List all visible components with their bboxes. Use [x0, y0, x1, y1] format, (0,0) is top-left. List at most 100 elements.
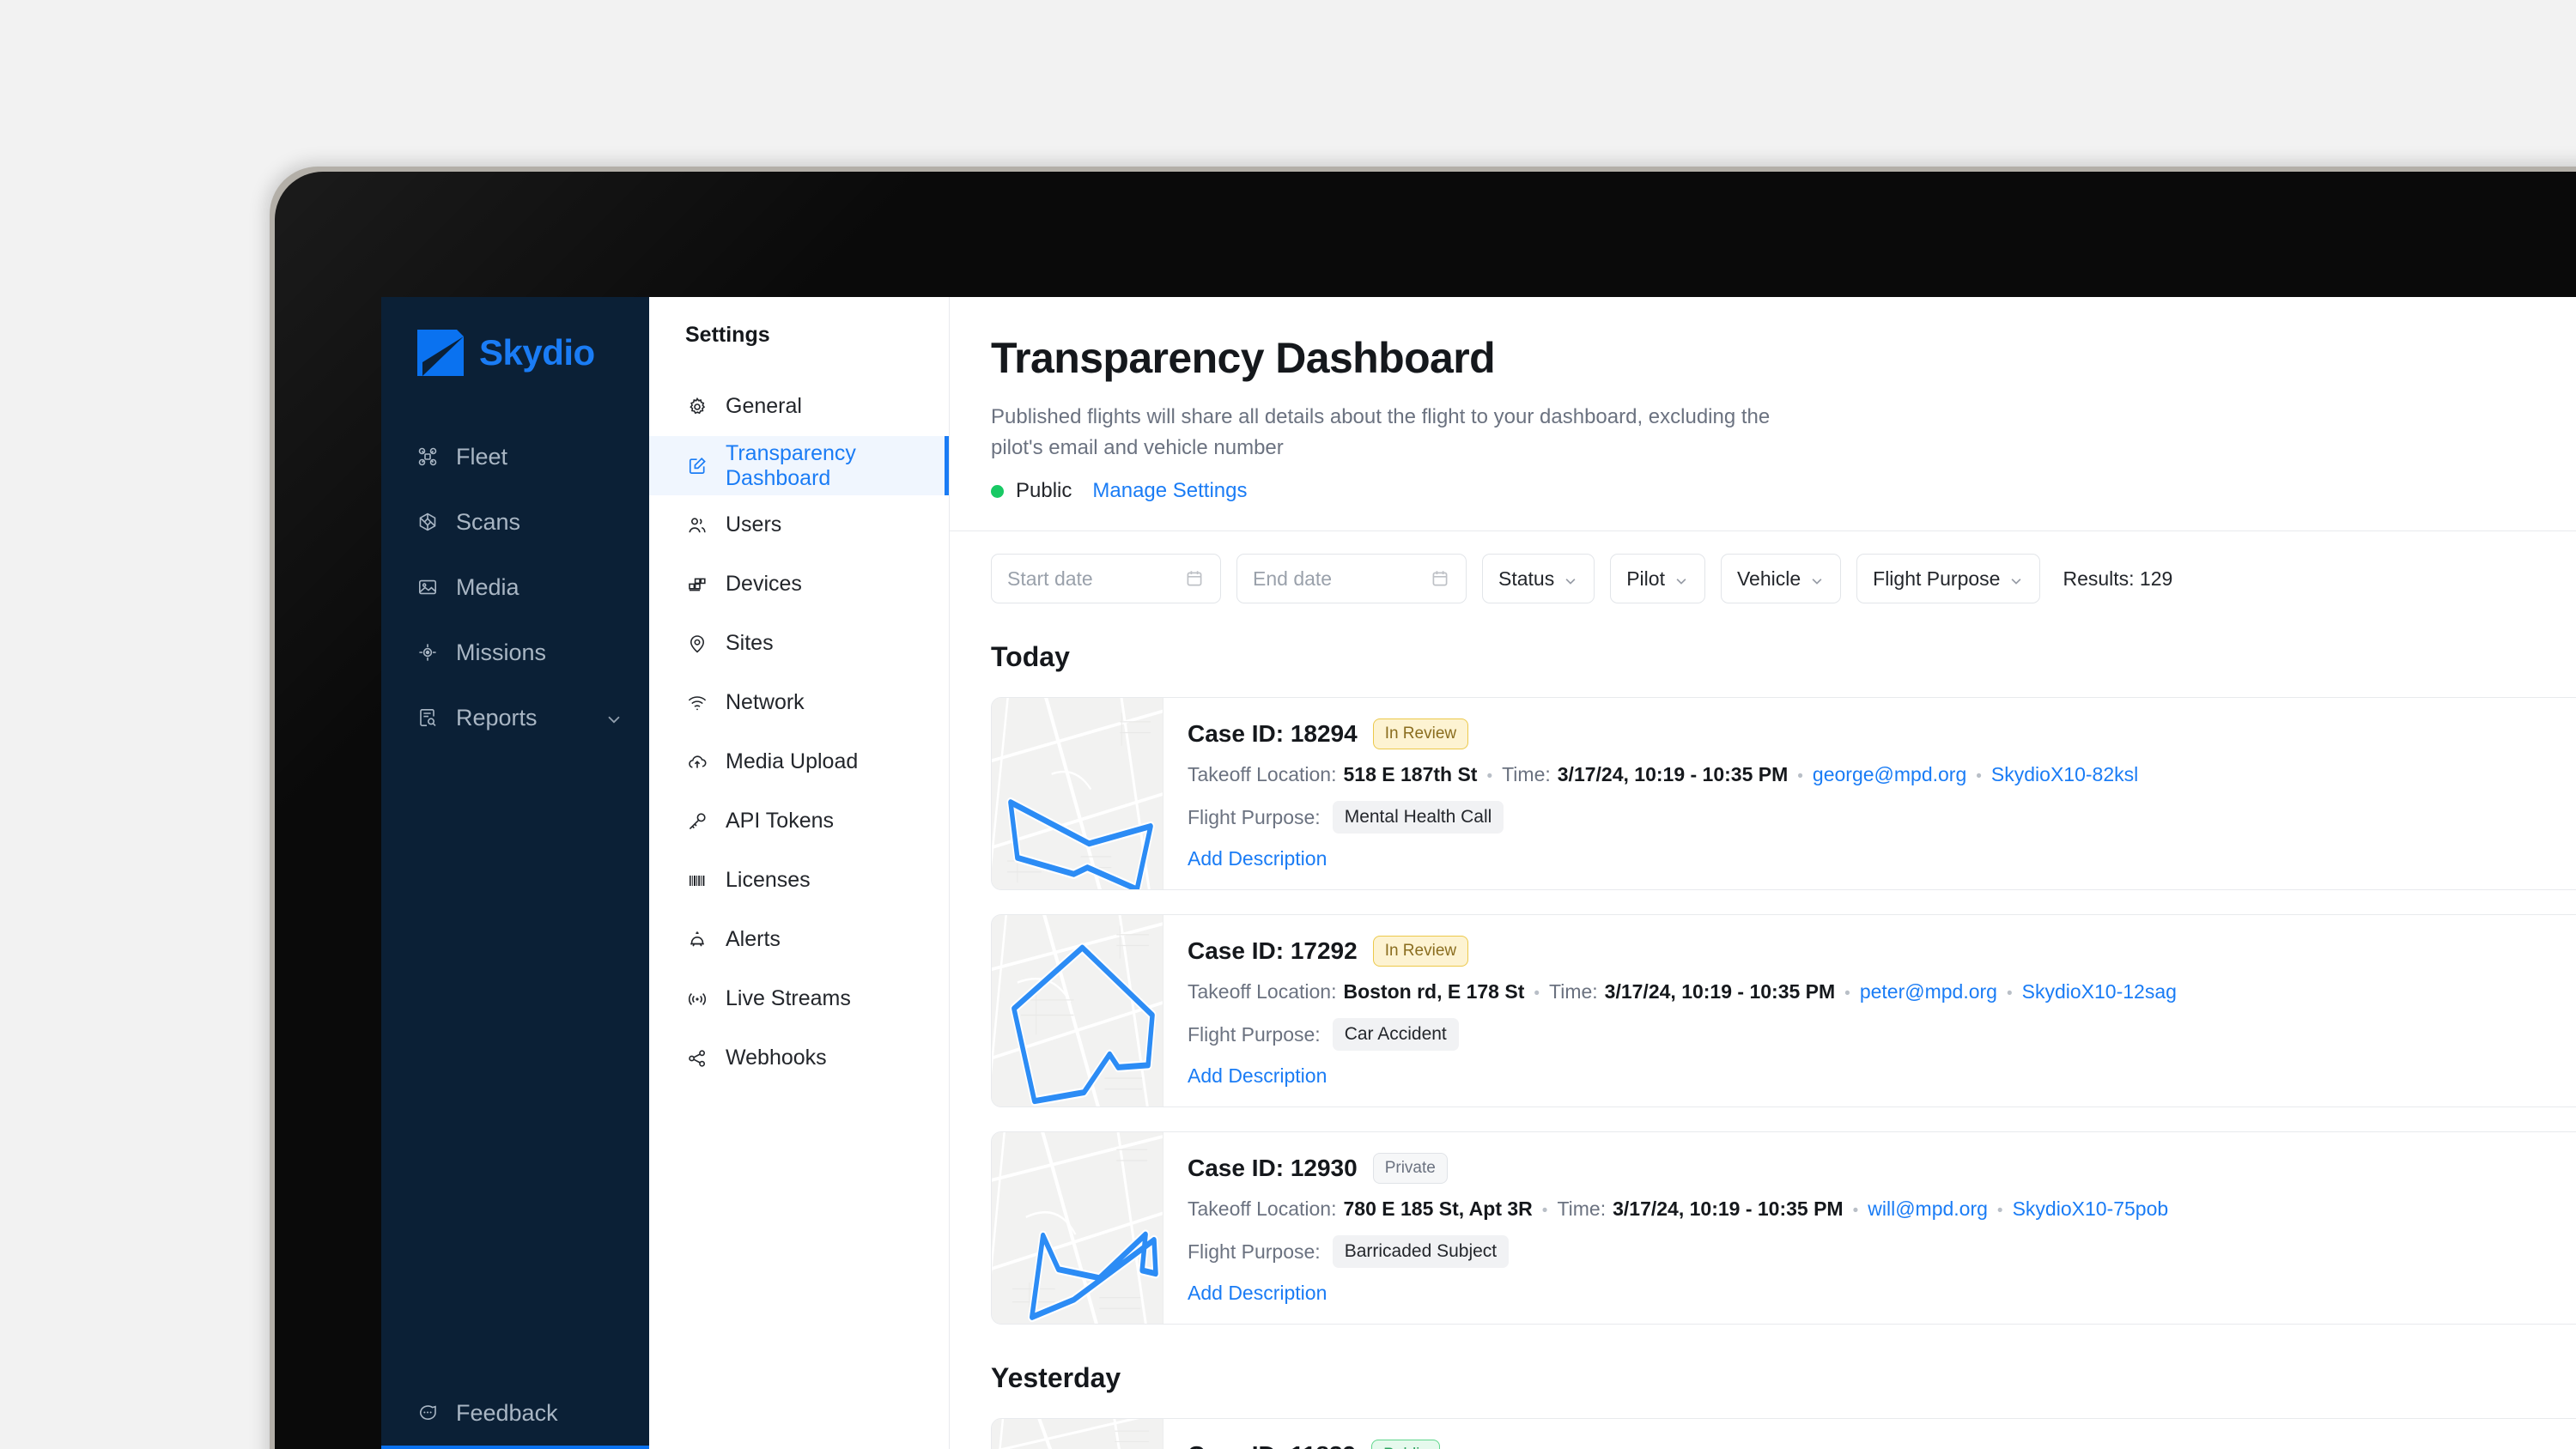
- pilot-email-link[interactable]: peter@mpd.org: [1860, 980, 1997, 1003]
- vehicle-link[interactable]: SkydioX10-75pob: [2013, 1197, 2169, 1221]
- flight-purpose-filter-dropdown[interactable]: Flight Purpose: [1856, 554, 2040, 603]
- meta-separator: •: [1542, 1202, 1548, 1221]
- status-badge: In Review: [1373, 718, 1468, 749]
- case-id: Case ID: 11839: [1188, 1441, 1356, 1449]
- flight-path-map-thumbnail[interactable]: [992, 698, 1163, 889]
- meta-separator: •: [1976, 767, 1982, 786]
- sidebar-item-media[interactable]: Media: [381, 555, 649, 620]
- subnav-item-devices[interactable]: Devices: [649, 555, 949, 614]
- report-search-icon: [416, 706, 439, 730]
- sidebar-item-fleet[interactable]: Fleet: [381, 424, 649, 489]
- flight-purpose-chip: Barricaded Subject: [1333, 1235, 1509, 1268]
- add-description-link[interactable]: Add Description: [1188, 847, 2576, 870]
- flight-card-meta-row: Takeoff Location: 780 E 185 St, Apt 3R •…: [1188, 1197, 2576, 1221]
- time-label: Time:: [1557, 1197, 1606, 1221]
- flight-card-meta-row: Takeoff Location: 518 E 187th St • Time:…: [1188, 763, 2576, 786]
- subnav-item-alerts[interactable]: Alerts: [649, 910, 949, 969]
- status-filter-dropdown[interactable]: Status: [1482, 554, 1595, 603]
- flight-path-map-thumbnail[interactable]: [992, 1419, 1163, 1449]
- barcode-icon: [685, 869, 708, 892]
- subnav-item-label: Transparency Dashboard: [726, 441, 949, 491]
- flight-path-map-thumbnail[interactable]: [992, 1132, 1163, 1324]
- map-streets: [992, 1132, 1163, 1324]
- time-value: 3/17/24, 10:19 - 10:35 PM: [1558, 763, 1789, 786]
- sidebar-item-label: Media: [456, 574, 623, 601]
- chevron-down-icon[interactable]: [605, 708, 623, 727]
- sidebar-item-label: Feedback: [456, 1400, 623, 1427]
- meta-separator: •: [1486, 767, 1492, 786]
- status-badge: Private: [1373, 1153, 1448, 1184]
- group-heading-today: Today: [950, 603, 2576, 673]
- flight-path-map-thumbnail[interactable]: [992, 915, 1163, 1106]
- results-count: Results: 129: [2063, 567, 2172, 591]
- users-icon: [685, 513, 708, 537]
- flight-card[interactable]: Case ID: 12930 Private Takeoff Location:…: [991, 1131, 2576, 1325]
- subnav-item-label: Live Streams: [726, 986, 851, 1011]
- subnav-item-licenses[interactable]: Licenses: [649, 851, 949, 910]
- vehicle-filter-label: Vehicle: [1737, 567, 1801, 591]
- flight-purpose-filter-label: Flight Purpose: [1873, 567, 2000, 591]
- meta-separator: •: [1997, 1202, 2003, 1221]
- sidebar-item-scans[interactable]: Scans: [381, 489, 649, 555]
- sidebar-item-missions[interactable]: Missions: [381, 620, 649, 685]
- start-date-input[interactable]: Start date: [991, 554, 1221, 603]
- vehicle-link[interactable]: SkydioX10-12sag: [2022, 980, 2177, 1003]
- case-id: Case ID: 17292: [1188, 937, 1358, 965]
- pilot-filter-label: Pilot: [1626, 567, 1665, 591]
- meta-separator: •: [1844, 985, 1850, 1003]
- vehicle-filter-dropdown[interactable]: Vehicle: [1721, 554, 1841, 603]
- subnav-item-api-tokens[interactable]: API Tokens: [649, 791, 949, 851]
- flight-purpose-label: Flight Purpose:: [1188, 1240, 1321, 1264]
- sidebar-item-label: Reports: [456, 705, 587, 731]
- calendar-icon: [1184, 568, 1205, 589]
- pilot-email-link[interactable]: will@mpd.org: [1868, 1197, 1988, 1221]
- flight-card[interactable]: Case ID: 18294 In Review Takeoff Locatio…: [991, 697, 2576, 890]
- subnav-item-webhooks[interactable]: Webhooks: [649, 1028, 949, 1088]
- sidebar-item-settings[interactable]: Settings: [381, 1446, 649, 1449]
- end-date-input[interactable]: End date: [1236, 554, 1467, 603]
- add-description-link[interactable]: Add Description: [1188, 1064, 2576, 1088]
- sidebar-item-label: Scans: [456, 509, 623, 536]
- pilot-email-link[interactable]: george@mpd.org: [1813, 763, 1966, 786]
- flight-purpose-chip: Mental Health Call: [1333, 801, 1504, 834]
- subnav-item-label: API Tokens: [726, 809, 834, 834]
- add-description-link[interactable]: Add Description: [1188, 1282, 2576, 1305]
- subnav-item-users[interactable]: Users: [649, 495, 949, 555]
- flight-card[interactable]: Case ID: 17292 In Review Takeoff Locatio…: [991, 914, 2576, 1107]
- subnav-item-network[interactable]: Network: [649, 673, 949, 732]
- meta-separator: •: [1853, 1202, 1859, 1221]
- subnav-item-live-streams[interactable]: Live Streams: [649, 969, 949, 1028]
- subnav-item-label: Media Upload: [726, 749, 858, 774]
- sidebar-bottom-nav: Feedback Settings: [381, 1380, 649, 1449]
- flight-card[interactable]: Case ID: 11839 Public Takeoff Location: …: [991, 1418, 2576, 1449]
- subnav-item-media-upload[interactable]: Media Upload: [649, 732, 949, 791]
- pilot-filter-dropdown[interactable]: Pilot: [1610, 554, 1705, 603]
- gear-icon: [685, 395, 708, 418]
- sidebar-item-feedback[interactable]: Feedback: [381, 1380, 649, 1446]
- devices-icon: [685, 573, 708, 596]
- subnav-item-label: Users: [726, 512, 781, 537]
- calendar-icon: [1430, 568, 1450, 589]
- chevron-down-icon: [1809, 571, 1825, 586]
- brand-logo[interactable]: Skydio: [381, 297, 649, 379]
- manage-settings-link[interactable]: Manage Settings: [1092, 479, 1247, 503]
- sidebar-item-label: Missions: [456, 640, 623, 666]
- takeoff-location-label: Takeoff Location:: [1188, 1197, 1336, 1221]
- skydio-logo-icon: [414, 326, 467, 379]
- time-value: 3/17/24, 10:19 - 10:35 PM: [1605, 980, 1836, 1003]
- subnav-item-label: Sites: [726, 631, 774, 656]
- vehicle-link[interactable]: SkydioX10-82ksl: [1991, 763, 2138, 786]
- subnav-item-label: Devices: [726, 572, 802, 597]
- laptop-device-frame: Skydio Fleet: [275, 172, 2576, 1449]
- visibility-status: Public: [1016, 479, 1072, 503]
- filter-bar: Start date End date: [950, 531, 2576, 603]
- sidebar-item-reports[interactable]: Reports: [381, 685, 649, 750]
- subnav-item-general[interactable]: General: [649, 377, 949, 436]
- subnav-item-sites[interactable]: Sites: [649, 614, 949, 673]
- meta-separator: •: [1797, 767, 1803, 786]
- subnav-item-transparency-dashboard[interactable]: Transparency Dashboard: [649, 436, 949, 495]
- status-filter-label: Status: [1498, 567, 1554, 591]
- broadcast-icon: [685, 987, 708, 1010]
- cloud-upload-icon: [685, 750, 708, 773]
- key-icon: [685, 809, 708, 833]
